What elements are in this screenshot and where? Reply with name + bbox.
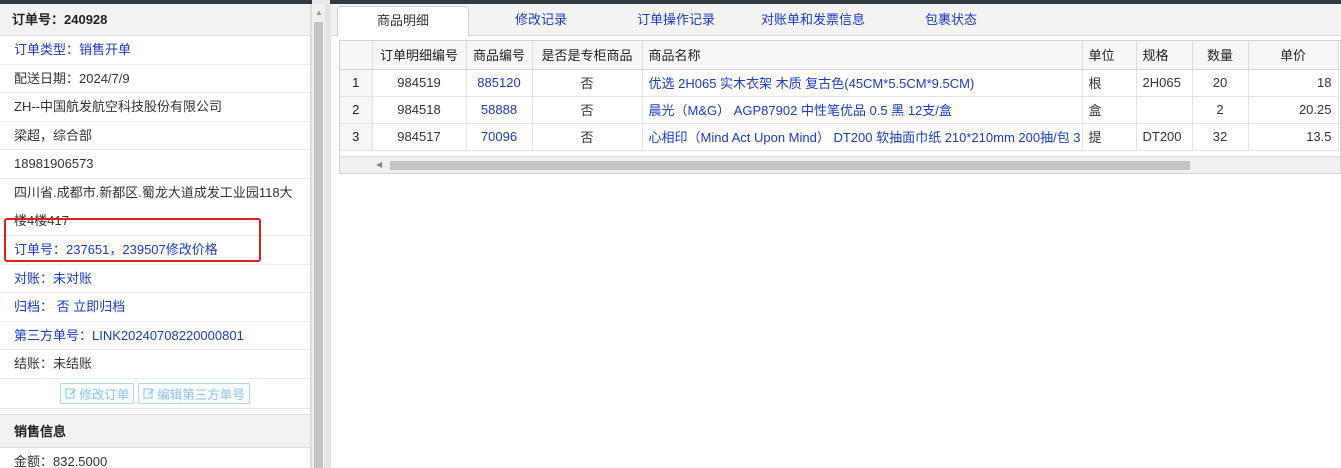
column-header-spec[interactable]: 规格	[1136, 41, 1193, 70]
spec-cell: 2H065	[1136, 69, 1193, 97]
product-detail-grid: 订单明细编号 商品编号 是否是专柜商品 商品名称 单位 规格 数量 单价 1 9…	[339, 40, 1341, 174]
related-orders-link[interactable]: 订单号：237651，239507修改价格	[0, 236, 310, 265]
column-header-rownum	[340, 41, 373, 70]
unit-cell: 盒	[1082, 96, 1137, 124]
product-name-link[interactable]: 心相印（Mind Act Upon Mind） DT200 软抽面巾纸 210*…	[642, 123, 1083, 151]
company-name: ZH--中国航发航空科技股份有限公司	[0, 93, 310, 122]
product-table: 订单明细编号 商品编号 是否是专柜商品 商品名称 单位 规格 数量 单价 1 9…	[340, 41, 1339, 151]
quantity-cell: 32	[1192, 123, 1249, 151]
edit-order-label: 修改订单	[79, 387, 130, 402]
archive-link[interactable]: 归档： 否 立即归档	[0, 293, 310, 322]
column-header-product-name[interactable]: 商品名称	[642, 41, 1083, 70]
scroll-left-arrow-icon[interactable]: ◀	[376, 160, 382, 169]
table-header-row: 订单明细编号 商品编号 是否是专柜商品 商品名称 单位 规格 数量 单价	[340, 41, 1339, 70]
product-code-link[interactable]: 58888	[466, 96, 533, 124]
settlement-status: 结账：未结账	[0, 350, 310, 379]
row-number: 3	[340, 123, 373, 151]
counter-product-cell: 否	[532, 69, 643, 97]
counter-product-cell: 否	[532, 96, 643, 124]
column-header-unit[interactable]: 单位	[1082, 41, 1137, 70]
reconciliation-status-link[interactable]: 对账：未对账	[0, 265, 310, 294]
edit-third-party-button[interactable]: 编辑第三方单号	[138, 382, 250, 404]
table-horizontal-scrollbar[interactable]: ◀	[340, 156, 1340, 173]
action-buttons: 修改订单 编辑第三方单号	[0, 379, 310, 409]
quantity-cell: 2	[1192, 96, 1249, 124]
counter-product-cell: 否	[532, 123, 643, 151]
row-number: 2	[340, 96, 373, 124]
detail-id-cell: 984517	[372, 123, 467, 151]
column-header-counter-product[interactable]: 是否是专柜商品	[532, 41, 643, 70]
sales-info-header: 销售信息	[0, 413, 310, 448]
quantity-cell: 20	[1192, 69, 1249, 97]
unit-price-cell: 18	[1248, 69, 1339, 97]
column-header-product-code[interactable]: 商品编号	[466, 41, 533, 70]
edit-third-party-label: 编辑第三方单号	[157, 387, 245, 402]
phone-number: 18981906573	[0, 150, 310, 179]
column-header-quantity[interactable]: 数量	[1192, 41, 1249, 70]
product-name-link[interactable]: 优选 2H065 实木衣架 木质 复古色(45CM*5.5CM*9.5CM)	[642, 69, 1083, 97]
table-row[interactable]: 1 984519 885120 否 优选 2H065 实木衣架 木质 复古色(4…	[340, 69, 1339, 97]
horizontal-scrollbar-thumb[interactable]	[390, 161, 1190, 170]
edit-order-button[interactable]: 修改订单	[60, 382, 135, 404]
column-header-detail-id[interactable]: 订单明细编号	[372, 41, 467, 70]
edit-icon	[143, 388, 155, 399]
left-panel-scrollbar[interactable]: ▲	[311, 4, 325, 468]
detail-id-cell: 984519	[372, 69, 467, 97]
table-row[interactable]: 3 984517 70096 否 心相印（Mind Act Upon Mind）…	[340, 123, 1339, 151]
order-info-panel: 订单号：240928 订单类型：销售开单 配送日期：2024/7/9 ZH--中…	[0, 4, 311, 468]
unit-price-cell: 13.5	[1248, 123, 1339, 151]
delivery-date: 配送日期：2024/7/9	[0, 65, 310, 94]
unit-cell: 提	[1082, 123, 1137, 151]
tab-statement-invoice[interactable]: 对账单和发票信息	[751, 6, 875, 36]
row-number: 1	[340, 69, 373, 97]
detail-id-cell: 984518	[372, 96, 467, 124]
detail-panel: 商品明细 修改记录 订单操作记录 对账单和发票信息 包裹状态 订单明细编号 商品…	[331, 4, 1341, 468]
sales-amount: 金额：832.5000	[0, 448, 310, 468]
table-row[interactable]: 2 984518 58888 否 晨光（M&G） AGP87902 中性笔优品 …	[340, 96, 1339, 124]
product-name-link[interactable]: 晨光（M&G） AGP87902 中性笔优品 0.5 黑 12支/盒	[642, 96, 1083, 124]
spec-cell: DT200	[1136, 123, 1193, 151]
tabs-bar: 商品明细 修改记录 订单操作记录 对账单和发票信息 包裹状态	[331, 4, 1341, 37]
product-code-link[interactable]: 70096	[466, 123, 533, 151]
contact-person: 梁超，综合部	[0, 122, 310, 151]
column-header-unit-price[interactable]: 单价	[1248, 41, 1339, 70]
unit-cell: 根	[1082, 69, 1137, 97]
spec-cell	[1136, 96, 1193, 124]
unit-price-cell: 20.25	[1248, 96, 1339, 124]
edit-icon	[65, 388, 77, 399]
tab-order-operation-log[interactable]: 订单操作记录	[621, 6, 731, 36]
tab-modification-log[interactable]: 修改记录	[491, 6, 591, 36]
scrollbar-thumb[interactable]	[314, 22, 323, 468]
third-party-number-link[interactable]: 第三方单号：LINK20240708220000801	[0, 322, 310, 351]
order-number-title: 订单号：240928	[0, 4, 310, 36]
delivery-address: 四川省.成都市.新都区.蜀龙大道成发工业园118大楼4楼417	[0, 179, 310, 236]
tab-product-details[interactable]: 商品明细	[337, 6, 469, 37]
order-type-link[interactable]: 订单类型：销售开单	[0, 36, 310, 65]
product-code-link[interactable]: 885120	[466, 69, 533, 97]
scroll-up-arrow-icon[interactable]: ▲	[315, 8, 323, 17]
tab-package-status[interactable]: 包裹状态	[911, 6, 991, 36]
